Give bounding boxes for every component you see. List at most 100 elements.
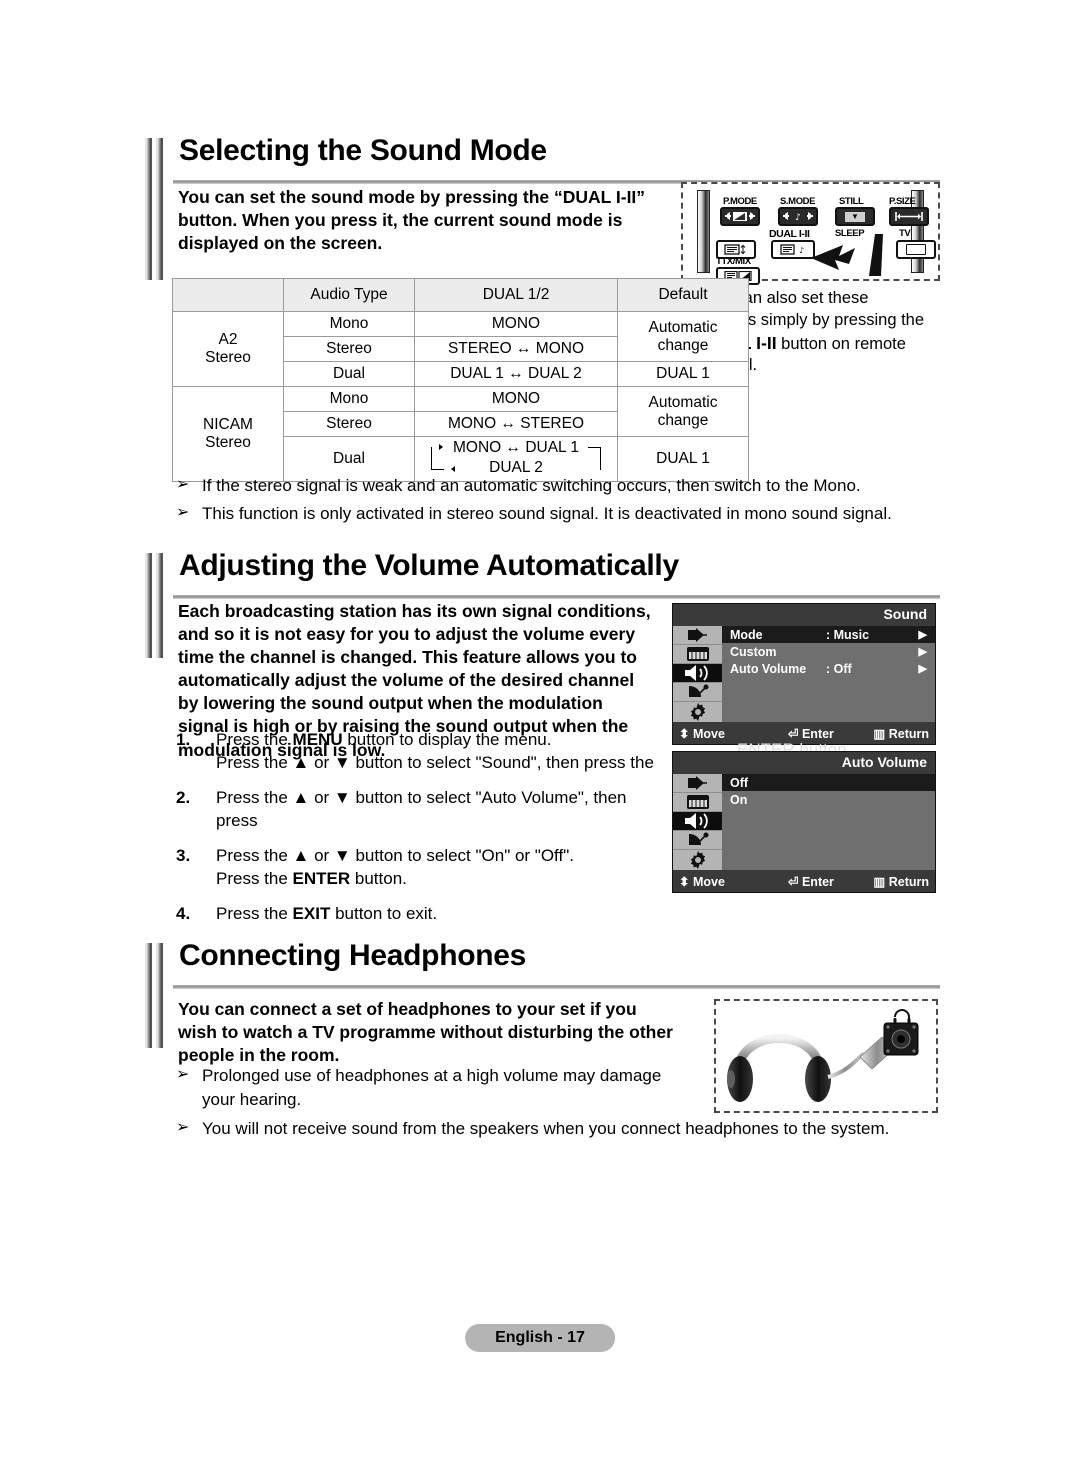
cell-audio-type: Mono <box>283 311 415 337</box>
osd-content: Off On <box>722 774 935 870</box>
gear-icon[interactable] <box>673 850 722 871</box>
osd-title: Auto Volume <box>673 752 935 774</box>
step-2: 2. Press the ▲ or ▼ button to select "Au… <box>176 786 666 833</box>
osd-row-auto-volume[interactable]: Auto Volume : Off ▶ <box>722 660 935 677</box>
satellite-icon[interactable] <box>673 831 722 850</box>
tv-key[interactable] <box>896 240 936 259</box>
svg-text:♪: ♪ <box>795 213 801 222</box>
osd-footer-enter: Enter <box>801 874 834 889</box>
osd-row-off[interactable]: Off <box>722 774 935 791</box>
osd-footer-move: Move <box>692 874 725 889</box>
chevron-right-icon: ▶ <box>918 629 927 641</box>
cell-audio-type: Mono <box>283 386 415 412</box>
input-source-icon[interactable] <box>673 626 722 645</box>
move-icon: ⬍ <box>679 726 690 741</box>
remote-label-smode: S.MODE <box>780 196 816 207</box>
remote-diagram: P.MODE S.MODE STILL P.SIZE ♪ ▼ DUAL I-II… <box>681 182 940 285</box>
osd-row-value: : Music <box>826 627 870 642</box>
remote-label-pmode: P.MODE <box>723 196 757 207</box>
section-selecting-sound-mode: Selecting the Sound Mode <box>145 134 940 184</box>
pointer-sleeve-icon <box>869 234 883 276</box>
osd-footer-move: Move <box>692 726 725 741</box>
note-item: ➢ You will not receive sound from the sp… <box>176 1117 936 1141</box>
note-text: Prolonged use of headphones at a high vo… <box>202 1066 662 1109</box>
enter-icon: ⏎ <box>788 874 799 889</box>
osd-sidebar <box>673 774 722 871</box>
group-name-nicam: NICAM Stereo <box>172 386 284 482</box>
remote-rail-left <box>697 190 710 273</box>
osd-row-mode[interactable]: Mode : Music ▶ <box>722 626 935 643</box>
section3-intro: You can connect a set of headphones to y… <box>178 999 673 1066</box>
svg-text:♪: ♪ <box>799 246 804 255</box>
section-heading: Adjusting the Volume Automatically <box>145 549 940 599</box>
return-icon: ▥ <box>873 874 886 889</box>
osd-row-label: On <box>730 792 748 807</box>
remote-label-sleep: SLEEP <box>835 228 865 239</box>
smode-key[interactable]: ♪ <box>778 207 818 226</box>
still-key[interactable]: ▼ <box>835 207 875 226</box>
headphone-diagram <box>714 999 938 1113</box>
section2-side-bars <box>145 596 167 658</box>
osd-sound-menu: Sound Mode : Music ▶ Custom ▶ Auto Volum… <box>672 603 936 745</box>
cell-dual: STEREO ↔ MONO <box>414 336 618 362</box>
section-connecting-headphones: Connecting Headphones <box>145 939 940 989</box>
step-text: Press the EXIT button to exit. <box>216 903 438 923</box>
note-text: If the stereo signal is weak and an auto… <box>202 476 861 495</box>
th-dual: DUAL 1/2 <box>414 278 618 312</box>
arrow-bullet-icon: ➢ <box>176 1119 190 1136</box>
heading-rule <box>173 595 940 599</box>
loop-top-text: MONO ↔ DUAL 1 <box>452 439 580 456</box>
speaker-icon[interactable] <box>673 812 722 831</box>
osd-row-label: Auto Volume <box>730 661 807 676</box>
note-item: ➢ Prolonged use of headphones at a high … <box>176 1064 676 1112</box>
step-4: 4. Press the EXIT button to exit. <box>176 902 666 925</box>
osd-footer-return: Return <box>888 726 929 741</box>
osd-sidebar <box>673 626 722 723</box>
th-audio-type: Audio Type <box>283 278 415 312</box>
table-header-row: Audio Type DUAL 1/2 Default <box>172 278 749 312</box>
note-text: You will not receive sound from the spea… <box>202 1119 890 1138</box>
osd-footer-return: Return <box>888 874 929 889</box>
heading-accent-bars <box>145 553 167 599</box>
page-number-label: English - 17 <box>495 1329 585 1346</box>
step-number: 2. <box>176 787 191 807</box>
th-blank <box>172 278 284 312</box>
osd-footer: ⬍ Move ⏎ Enter ▥ Return <box>673 870 935 892</box>
osd-row-label: Custom <box>730 644 777 659</box>
sound-mode-table: Audio Type DUAL 1/2 Default A2 Stereo Mo… <box>172 278 749 482</box>
step-number: 1. <box>176 730 191 749</box>
step-text: Press the ▲ or ▼ button to select "On" o… <box>216 845 574 889</box>
heading-rule <box>173 985 940 989</box>
osd-row-label: Off <box>730 775 749 790</box>
cell-default: DUAL 1 <box>617 361 749 387</box>
note-item: ➢ If the stereo signal is weak and an au… <box>176 474 936 498</box>
heading-accent-bars <box>145 138 167 184</box>
picture-icon[interactable] <box>673 793 722 812</box>
picture-icon[interactable] <box>673 645 722 664</box>
osd-row-on[interactable]: On <box>722 791 935 808</box>
note-item: ➢ This function is only activated in ste… <box>176 502 936 526</box>
cell-dual: MONO <box>414 386 618 412</box>
step-3: 3. Press the ▲ or ▼ button to select "On… <box>176 844 666 891</box>
osd-row-label: Mode <box>730 627 763 642</box>
enter-icon: ⏎ <box>788 726 799 741</box>
section1-side-bars <box>145 180 167 280</box>
chevron-right-icon: ▶ <box>918 646 927 658</box>
osd-auto-volume-menu: Auto Volume Off On ⬍ Move ⏎ Enter ▥ Retu… <box>672 751 936 893</box>
satellite-icon[interactable] <box>673 683 722 702</box>
cell-audio-type: Dual <box>283 361 415 387</box>
psize-key[interactable] <box>889 207 929 226</box>
cell-default: Automatic change <box>617 386 749 437</box>
remote-label-tv: TV <box>899 228 911 239</box>
section-adjusting-volume: Adjusting the Volume Automatically <box>145 549 940 599</box>
cell-dual: MONO <box>414 311 618 337</box>
input-source-icon[interactable] <box>673 774 722 793</box>
gear-icon[interactable] <box>673 702 722 723</box>
return-icon: ▥ <box>873 726 886 741</box>
cell-dual: DUAL 1 ↔ DUAL 2 <box>414 361 618 387</box>
pmode-key[interactable] <box>720 207 760 226</box>
osd-row-value: : Off <box>826 661 852 676</box>
osd-row-custom[interactable]: Custom ▶ <box>722 643 935 660</box>
speaker-icon[interactable] <box>673 664 722 683</box>
note-text: This function is only activated in stere… <box>202 504 892 523</box>
